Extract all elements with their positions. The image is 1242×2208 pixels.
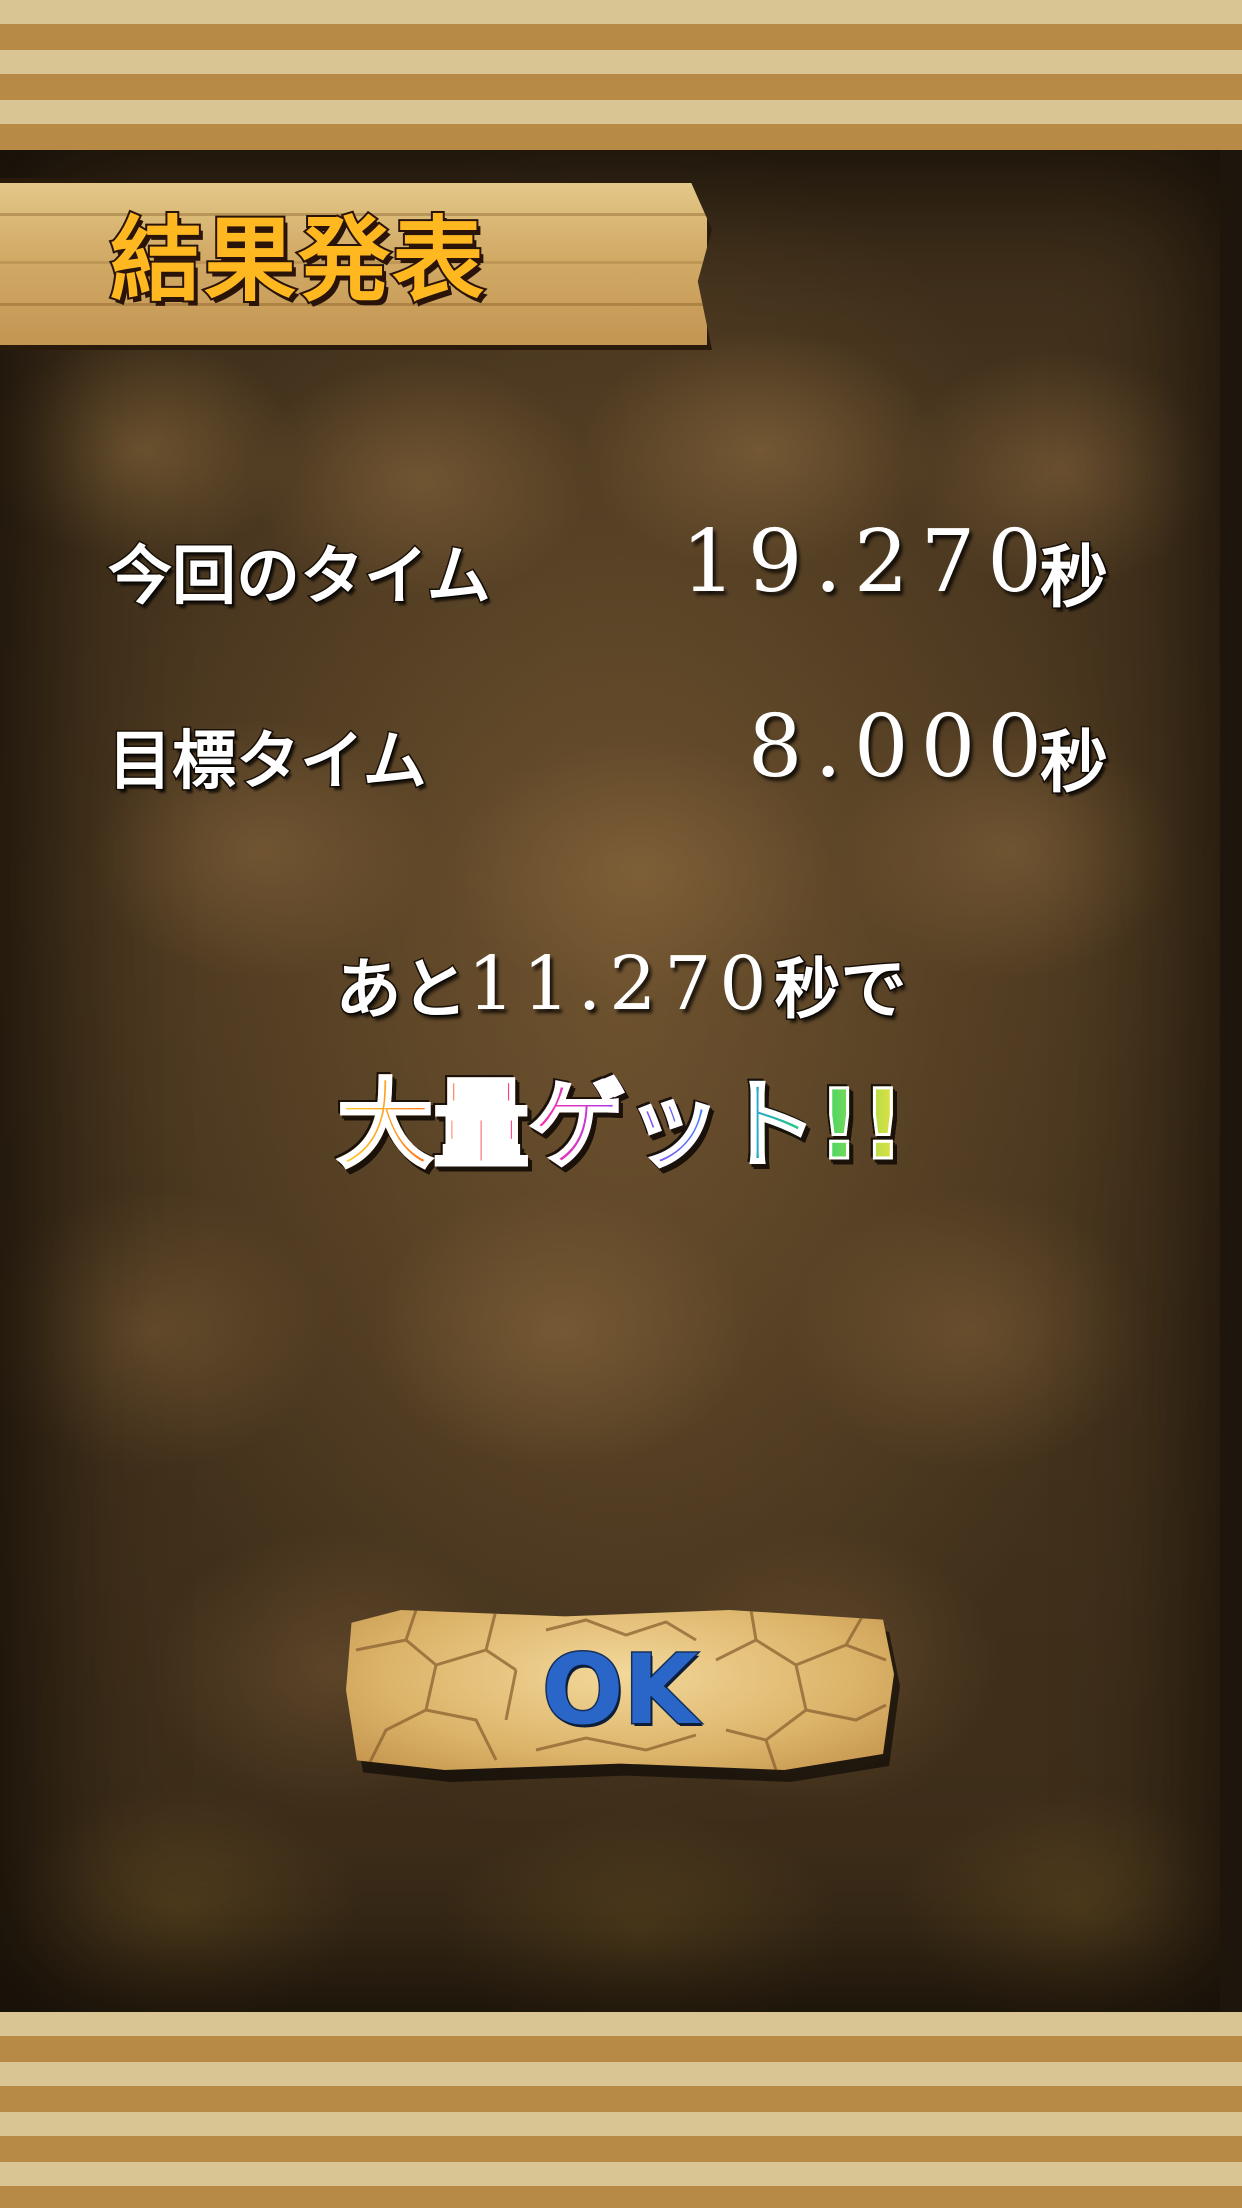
bonus-message: 大量ゲット!! [0,1060,1242,1190]
bonus-message-text: 大量ゲット!! [336,1060,907,1190]
current-time-unit: 秒 [1038,538,1109,620]
page-title: 結果発表 [108,205,487,316]
current-time-value: 19.270 [681,512,1054,612]
remaining-prefix: あと [334,950,469,1030]
remaining-value: 11.270 [467,941,775,1027]
remaining-time-line: あと11.270秒で [0,936,1242,1032]
ok-button[interactable]: OK [346,1610,894,1770]
bottom-striped-border [0,2012,1242,2208]
top-striped-border [0,0,1242,150]
remaining-suffix: 秒で [773,950,908,1030]
target-time-label: 目標タイム [107,724,429,801]
target-time-unit: 秒 [1038,723,1109,805]
target-time-value: 8.000 [747,697,1054,797]
current-time-label: 今回のタイム [107,539,493,616]
ok-button-label: OK [541,1633,700,1748]
